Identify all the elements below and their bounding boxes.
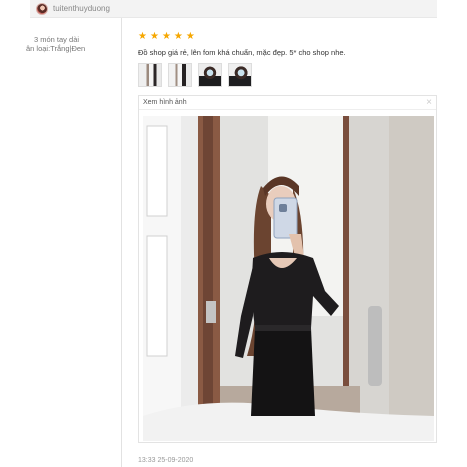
star-rating: ★ ★ ★ ★ ★ xyxy=(138,32,195,42)
variant-line-2: ân loại:Trắng|Đen xyxy=(26,44,86,53)
review-timestamp: 13:33 25-09-2020 xyxy=(138,457,194,464)
photo-thumbnails xyxy=(138,63,252,87)
reviewer-username[interactable]: tuitenthuyduong xyxy=(53,4,110,13)
star-icon: ★ xyxy=(149,31,159,42)
review-photo-illustration xyxy=(143,116,434,441)
image-viewer-title: Xem hình ảnh xyxy=(143,99,187,106)
star-icon: ★ xyxy=(161,31,171,42)
review-comment: Đồ shop giá rẻ, lên fom khá chuẩn, mặc đ… xyxy=(138,48,346,57)
product-variant: 3 món tay dài ân loại:Trắng|Đen xyxy=(26,35,118,53)
image-viewer-header: Xem hình ảnh × xyxy=(139,96,436,110)
photo-thumbnail-3[interactable] xyxy=(198,63,222,87)
column-divider xyxy=(121,18,122,467)
reviewer-header: tuitenthuyduong xyxy=(30,0,437,18)
photo-thumbnail-4[interactable] xyxy=(228,63,252,87)
star-icon: ★ xyxy=(173,31,183,42)
star-icon: ★ xyxy=(138,31,147,42)
photo-thumbnail-1[interactable] xyxy=(138,63,162,87)
avatar[interactable] xyxy=(36,2,48,15)
photo-thumbnail-2[interactable] xyxy=(168,63,192,87)
review-photo[interactable] xyxy=(143,116,434,441)
image-viewer: Xem hình ảnh × xyxy=(138,95,437,443)
close-icon[interactable]: × xyxy=(426,97,432,108)
star-icon: ★ xyxy=(185,31,195,42)
variant-line-1: 3 món tay dài xyxy=(34,35,80,44)
